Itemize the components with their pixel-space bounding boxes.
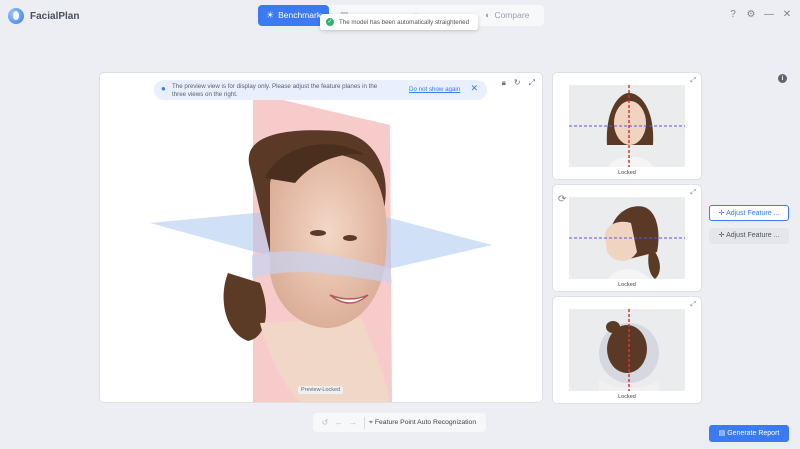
logo-icon [8, 8, 24, 24]
help-icon[interactable]: ? [728, 9, 738, 20]
ponytail [223, 273, 267, 341]
tab-compare-label: Compare [494, 10, 530, 20]
window-controls: ? ⚙ — ✕ [728, 9, 792, 20]
adjust-feature-button-1[interactable]: ✛ Adjust Feature ... [709, 205, 789, 221]
eye-right [343, 235, 357, 241]
info-pin-icon: ● [161, 84, 166, 93]
front-view-render [569, 85, 685, 167]
plus-crosshair-icon: ✛ [718, 210, 725, 217]
preview-viewport[interactable]: ● The preview view is for display only. … [99, 72, 543, 403]
profile-view-canvas[interactable] [569, 197, 685, 279]
reset-icon[interactable]: ↻ [514, 78, 521, 88]
profile-view-render [569, 206, 685, 279]
adjust-feature-button-2[interactable]: ✛ Adjust Feature ... [709, 228, 789, 244]
crosshair-icon: ✛ [718, 232, 725, 239]
front-view-status: Locked [618, 170, 636, 176]
toolbar-divider [364, 416, 365, 429]
generate-report-button[interactable]: ▤ Generate Report [709, 425, 789, 442]
front-view-canvas[interactable] [569, 85, 685, 167]
toast-text: The model has been automatically straigh… [339, 18, 470, 26]
close-icon[interactable]: ✕ [782, 9, 792, 20]
history-icon[interactable]: ↺ [318, 418, 332, 427]
top-view-status: Locked [618, 394, 636, 400]
profile-view-status: Locked [618, 282, 636, 288]
front-view-panel[interactable]: ⤢ Locked [552, 72, 702, 180]
bulb-icon: ☀ [266, 10, 275, 20]
minimize-icon[interactable]: — [764, 9, 774, 20]
success-icon: ✓ [326, 18, 334, 26]
expand-icon[interactable]: ⤢ [690, 301, 696, 309]
top-view-render [599, 309, 659, 391]
notice-close-icon[interactable]: ✕ [470, 84, 478, 93]
top-view-canvas[interactable] [569, 309, 685, 391]
fullscreen-icon[interactable]: ⤢ [529, 78, 535, 88]
notice-text: The preview view is for display only. Pl… [172, 83, 378, 98]
compare-icon: ◐ [485, 10, 491, 20]
adjust-feature-label-2: Adjust Feature ... [726, 232, 780, 239]
tab-compare[interactable]: ◐ Compare [485, 5, 529, 26]
undo-icon[interactable]: ← [332, 418, 346, 427]
info-icon[interactable]: i [778, 74, 787, 83]
settings-icon[interactable]: ⚙ [746, 9, 756, 20]
face-model-render[interactable] [100, 73, 542, 402]
expand-icon[interactable]: ⤢ [690, 77, 696, 85]
bottom-toolbar: ↺ ← → ⌖ Feature Point Auto Recognization [313, 413, 486, 432]
do-not-show-again-link[interactable]: Do not show again [409, 86, 460, 94]
toast-notification: ✓ The model has been automatically strai… [320, 14, 479, 30]
generate-report-label: Generate Report [727, 430, 780, 437]
lock-icon[interactable]: 🔒︎ [502, 78, 506, 88]
top-view-panel[interactable]: ⤢ Locked [552, 296, 702, 404]
auto-recognition-label: Feature Point Auto Recognization [374, 418, 477, 426]
report-icon: ▤ [718, 430, 726, 437]
profile-view-panel[interactable]: ⟳ ⤢ Locked [552, 184, 702, 292]
preview-notice: ● The preview view is for display only. … [154, 80, 487, 100]
app-logo: FacialPlan [8, 8, 79, 24]
expand-icon[interactable]: ⤢ [690, 189, 696, 197]
tab-benchmark-label: Benchmark [278, 10, 322, 20]
redo-icon[interactable]: → [346, 418, 360, 427]
app-name: FacialPlan [30, 10, 80, 22]
eye-left [310, 230, 326, 236]
tab-benchmark[interactable]: ☀ Benchmark [258, 5, 329, 26]
viewport-tools: 🔒︎ ↻ ⤢ [502, 78, 535, 88]
rotate-icon[interactable]: ⟳ [558, 194, 566, 205]
adjust-feature-label-1: Adjust Feature ... [726, 210, 780, 217]
auto-recognition-icon: ⌖ [369, 418, 373, 426]
auto-recognition-button[interactable]: ⌖ Feature Point Auto Recognization [369, 419, 476, 427]
preview-locked-label: Preview-Locked [298, 386, 344, 394]
